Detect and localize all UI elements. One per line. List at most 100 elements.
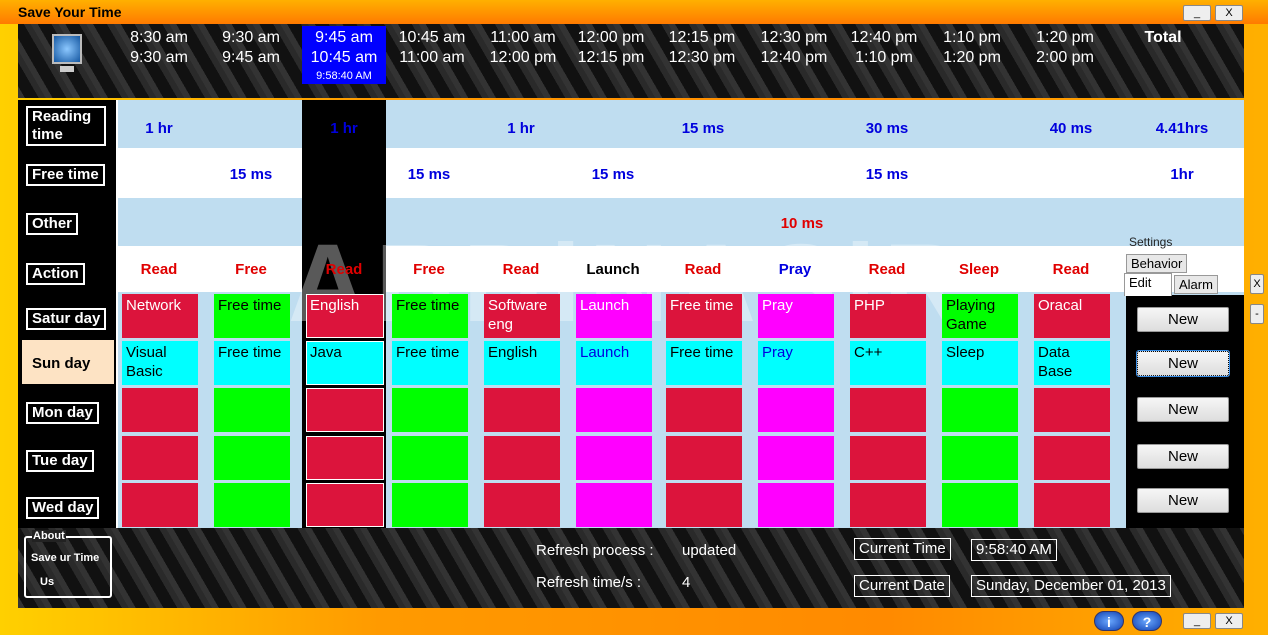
bottom-close-button[interactable]: X [1215, 613, 1243, 629]
schedule-cell[interactable] [942, 388, 1018, 432]
schedule-cell[interactable] [122, 483, 198, 527]
time-slot[interactable]: 11:00 am 12:00 pm [478, 28, 568, 68]
new-button[interactable]: New [1136, 350, 1230, 377]
schedule-cell[interactable] [306, 483, 384, 527]
day-label[interactable]: Satur day [26, 308, 107, 330]
time-slot[interactable]: 9:30 am 9:45 am [206, 28, 296, 68]
new-button[interactable]: New [1137, 444, 1229, 469]
slot-end: 12:15 pm [577, 49, 645, 66]
schedule-cell[interactable] [1034, 483, 1110, 527]
schedule-cell[interactable]: Free time [214, 341, 290, 385]
slot-start: 1:10 pm [943, 29, 1001, 46]
schedule-cell[interactable] [214, 436, 290, 480]
time-slot[interactable]: 12:00 pm 12:15 pm [566, 28, 656, 68]
schedule-cell[interactable]: Playing Game [942, 294, 1018, 338]
schedule-cell[interactable] [484, 483, 560, 527]
about-app-link[interactable]: Save ur Time [31, 552, 99, 564]
schedule-cell[interactable] [122, 436, 198, 480]
free-value: 15 ms [407, 166, 451, 183]
schedule-cell[interactable]: Sleep [942, 341, 1018, 385]
new-button[interactable]: New [1137, 397, 1229, 422]
schedule-cell[interactable] [576, 483, 652, 527]
row-label-other: Other [26, 213, 79, 235]
schedule-cell[interactable] [576, 388, 652, 432]
day-label[interactable]: Wed day [26, 497, 100, 519]
schedule-cell[interactable] [306, 388, 384, 432]
tab-behavior[interactable]: Behavior [1126, 254, 1188, 273]
schedule-cell[interactable] [484, 436, 560, 480]
schedule-cell[interactable]: Launch [576, 294, 652, 338]
schedule-cell[interactable]: Data Base [1034, 341, 1110, 385]
schedule-cell[interactable]: Network [122, 294, 198, 338]
schedule-cell[interactable] [1034, 388, 1110, 432]
schedule-cell[interactable] [850, 436, 926, 480]
schedule-cell[interactable]: Free time [214, 294, 290, 338]
time-slot[interactable]: 12:15 pm 12:30 pm [657, 28, 747, 68]
close-button[interactable]: X [1215, 5, 1243, 21]
time-slot[interactable]: 12:30 pm 12:40 pm [749, 28, 839, 68]
schedule-cell[interactable]: English [484, 341, 560, 385]
current-time-label: Current Time [854, 538, 951, 560]
day-label[interactable]: Mon day [26, 402, 99, 424]
schedule-cell[interactable] [484, 388, 560, 432]
schedule-cell[interactable] [214, 483, 290, 527]
schedule-cell[interactable]: Software eng [484, 294, 560, 338]
info-icon[interactable]: i [1094, 611, 1124, 631]
schedule-cell[interactable] [850, 483, 926, 527]
schedule-cell[interactable] [306, 436, 384, 480]
schedule-cell[interactable]: Free time [392, 294, 468, 338]
schedule-cell[interactable] [942, 436, 1018, 480]
schedule-cell[interactable]: Pray [758, 341, 834, 385]
schedule-cell[interactable] [392, 388, 468, 432]
side-minimize-button[interactable]: - [1250, 304, 1264, 324]
schedule-cell[interactable] [758, 436, 834, 480]
schedule-cell[interactable]: Oracal [1034, 294, 1110, 338]
schedule-cell[interactable]: Java [306, 341, 384, 385]
tab-edit[interactable]: Edit [1124, 273, 1172, 296]
schedule-cell[interactable]: C++ [850, 341, 926, 385]
schedule-cell[interactable]: Launch [576, 341, 652, 385]
reading-value: 30 ms [865, 120, 909, 137]
schedule-cell[interactable]: Free time [392, 341, 468, 385]
time-slot[interactable]: 12:40 pm 1:10 pm [839, 28, 929, 68]
schedule-cell[interactable]: English [306, 294, 384, 338]
tab-alarm[interactable]: Alarm [1174, 275, 1218, 294]
schedule-cell[interactable] [1034, 436, 1110, 480]
time-slot[interactable]: 1:20 pm 2:00 pm [1020, 28, 1110, 68]
day-label[interactable]: Sun day [22, 340, 114, 384]
side-close-button[interactable]: X [1250, 274, 1264, 294]
schedule-cell[interactable] [122, 388, 198, 432]
window-title: Save Your Time [18, 4, 122, 20]
schedule-cell[interactable] [666, 436, 742, 480]
interval-label: Refresh time/s : [536, 574, 642, 591]
new-button[interactable]: New [1137, 307, 1229, 332]
schedule-cell[interactable]: Visual Basic [122, 341, 198, 385]
schedule-cell[interactable] [214, 388, 290, 432]
schedule-cell[interactable] [850, 388, 926, 432]
time-slot[interactable]: 8:30 am 9:30 am [114, 28, 204, 68]
schedule-cell[interactable]: PHP [850, 294, 926, 338]
schedule-cell[interactable]: Free time [666, 294, 742, 338]
schedule-cell[interactable]: Free time [666, 341, 742, 385]
bottom-minimize-button[interactable]: _ [1183, 613, 1211, 629]
schedule-cell[interactable]: Pray [758, 294, 834, 338]
schedule-grid: ABDiNASiR Reading time Free time Other A… [18, 100, 1244, 528]
schedule-cell[interactable] [576, 436, 652, 480]
about-us-link[interactable]: Us [40, 576, 54, 588]
schedule-cell[interactable] [942, 483, 1018, 527]
schedule-cell[interactable] [666, 483, 742, 527]
schedule-cell[interactable] [392, 436, 468, 480]
row-labels: Reading time Free time Other Action Satu… [18, 100, 116, 528]
action-label: Read [1052, 261, 1090, 278]
current-time-slot[interactable]: 9:45 am 10:45 am 9:58:40 AM [302, 26, 386, 84]
time-slot[interactable]: 10:45 am 11:00 am [387, 28, 477, 68]
time-slot[interactable]: 1:10 pm 1:20 pm [927, 28, 1017, 68]
schedule-cell[interactable] [666, 388, 742, 432]
minimize-button[interactable]: _ [1183, 5, 1211, 21]
help-icon[interactable]: ? [1132, 611, 1162, 631]
schedule-cell[interactable] [758, 483, 834, 527]
day-label[interactable]: Tue day [26, 450, 94, 472]
schedule-cell[interactable] [758, 388, 834, 432]
new-button[interactable]: New [1137, 488, 1229, 513]
schedule-cell[interactable] [392, 483, 468, 527]
